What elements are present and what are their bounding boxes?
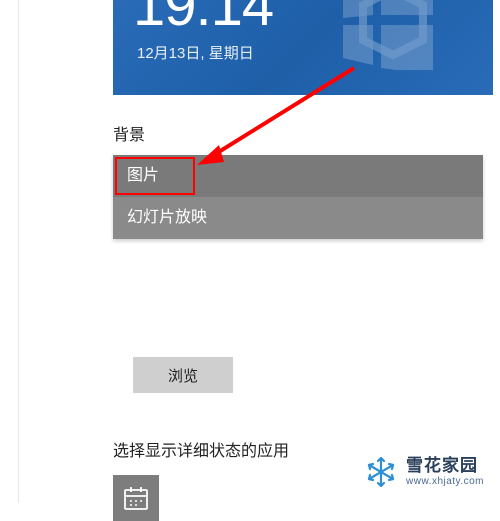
preview-time: 19:14 xyxy=(133,0,273,39)
status-app-tile[interactable] xyxy=(113,475,159,521)
watermark: 雪花家园 www.xhjaty.com xyxy=(364,455,484,489)
calendar-icon xyxy=(123,485,149,511)
background-label: 背景 xyxy=(113,121,482,145)
logo-graphic xyxy=(333,0,453,70)
preview-date: 12月13日, 星期日 xyxy=(137,42,254,63)
dropdown-option-picture[interactable]: 图片 xyxy=(113,155,483,197)
watermark-url: www.xhjaty.com xyxy=(406,476,484,487)
lockscreen-preview: 19:14 12月13日, 星期日 xyxy=(113,0,493,95)
watermark-text: 雪花家园 www.xhjaty.com xyxy=(406,457,484,487)
snowflake-icon xyxy=(364,455,398,489)
watermark-title: 雪花家园 xyxy=(406,457,484,476)
background-dropdown[interactable]: 图片 幻灯片放映 xyxy=(113,155,483,239)
dropdown-option-slideshow[interactable]: 幻灯片放映 xyxy=(113,197,483,239)
browse-button[interactable]: 浏览 xyxy=(133,357,233,393)
